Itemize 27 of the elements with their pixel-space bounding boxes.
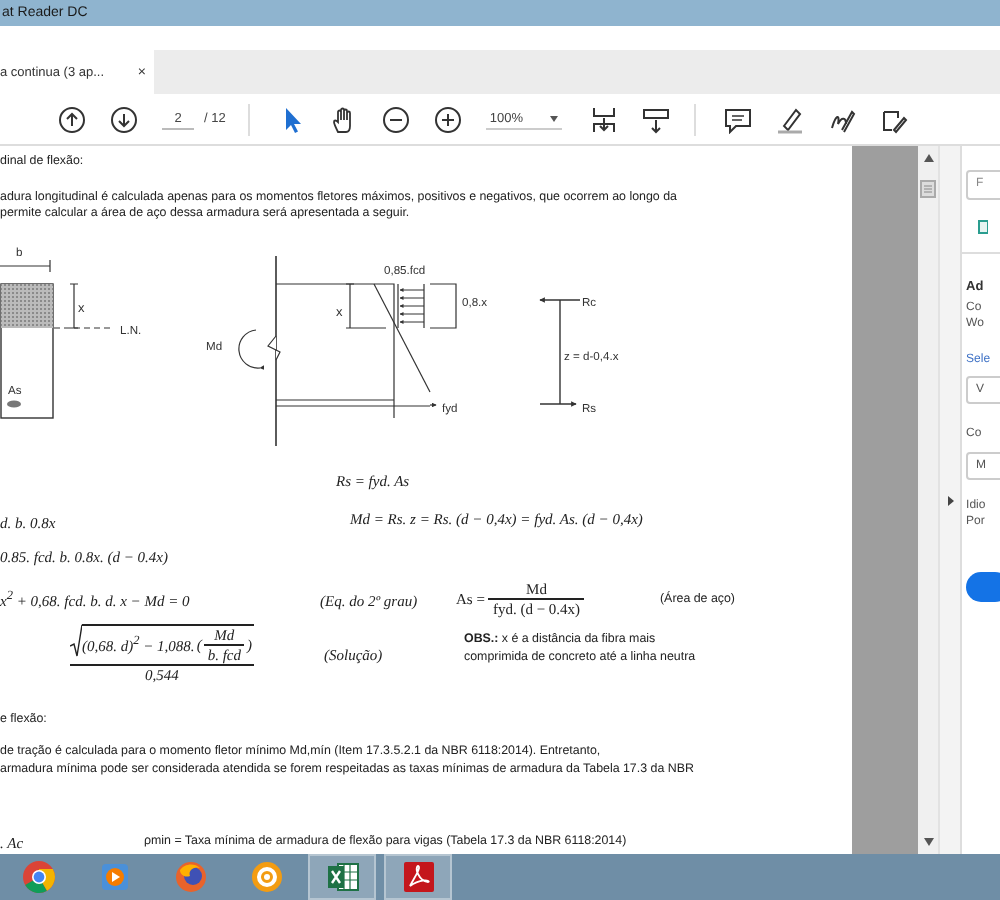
globe-icon xyxy=(173,860,207,894)
zoom-out-icon[interactable] xyxy=(381,105,410,133)
edit-document-icon[interactable] xyxy=(879,105,908,133)
scroll-up-icon[interactable] xyxy=(923,154,934,162)
taskbar-button[interactable] xyxy=(308,854,376,900)
scroll-down-icon[interactable] xyxy=(923,838,934,846)
highlighter-icon[interactable] xyxy=(775,105,804,133)
taskbar-button[interactable] xyxy=(384,854,452,900)
signature-pen-icon[interactable] xyxy=(827,105,856,133)
zoom-in-icon[interactable] xyxy=(433,105,462,133)
force-couple-drawing xyxy=(539,296,581,407)
previous-page-icon[interactable] xyxy=(58,105,86,133)
fit-page-icon[interactable] xyxy=(589,105,618,133)
radical-sign xyxy=(70,623,82,658)
play-button-icon xyxy=(97,860,131,894)
scrollbar-thumb[interactable] xyxy=(920,180,937,198)
tricolor-circle-icon xyxy=(21,860,55,894)
expand-panel-icon[interactable] xyxy=(947,495,954,505)
caret-icon xyxy=(549,115,558,121)
document-icon[interactable] xyxy=(978,220,989,234)
next-page-icon[interactable] xyxy=(110,105,138,133)
gear-icon xyxy=(249,860,283,894)
action-button[interactable] xyxy=(966,571,1000,602)
comment-icon[interactable] xyxy=(723,105,752,133)
spreadsheet-icon xyxy=(325,860,359,894)
pdf-icon xyxy=(401,860,435,894)
scroll-mode-icon[interactable] xyxy=(641,105,670,133)
